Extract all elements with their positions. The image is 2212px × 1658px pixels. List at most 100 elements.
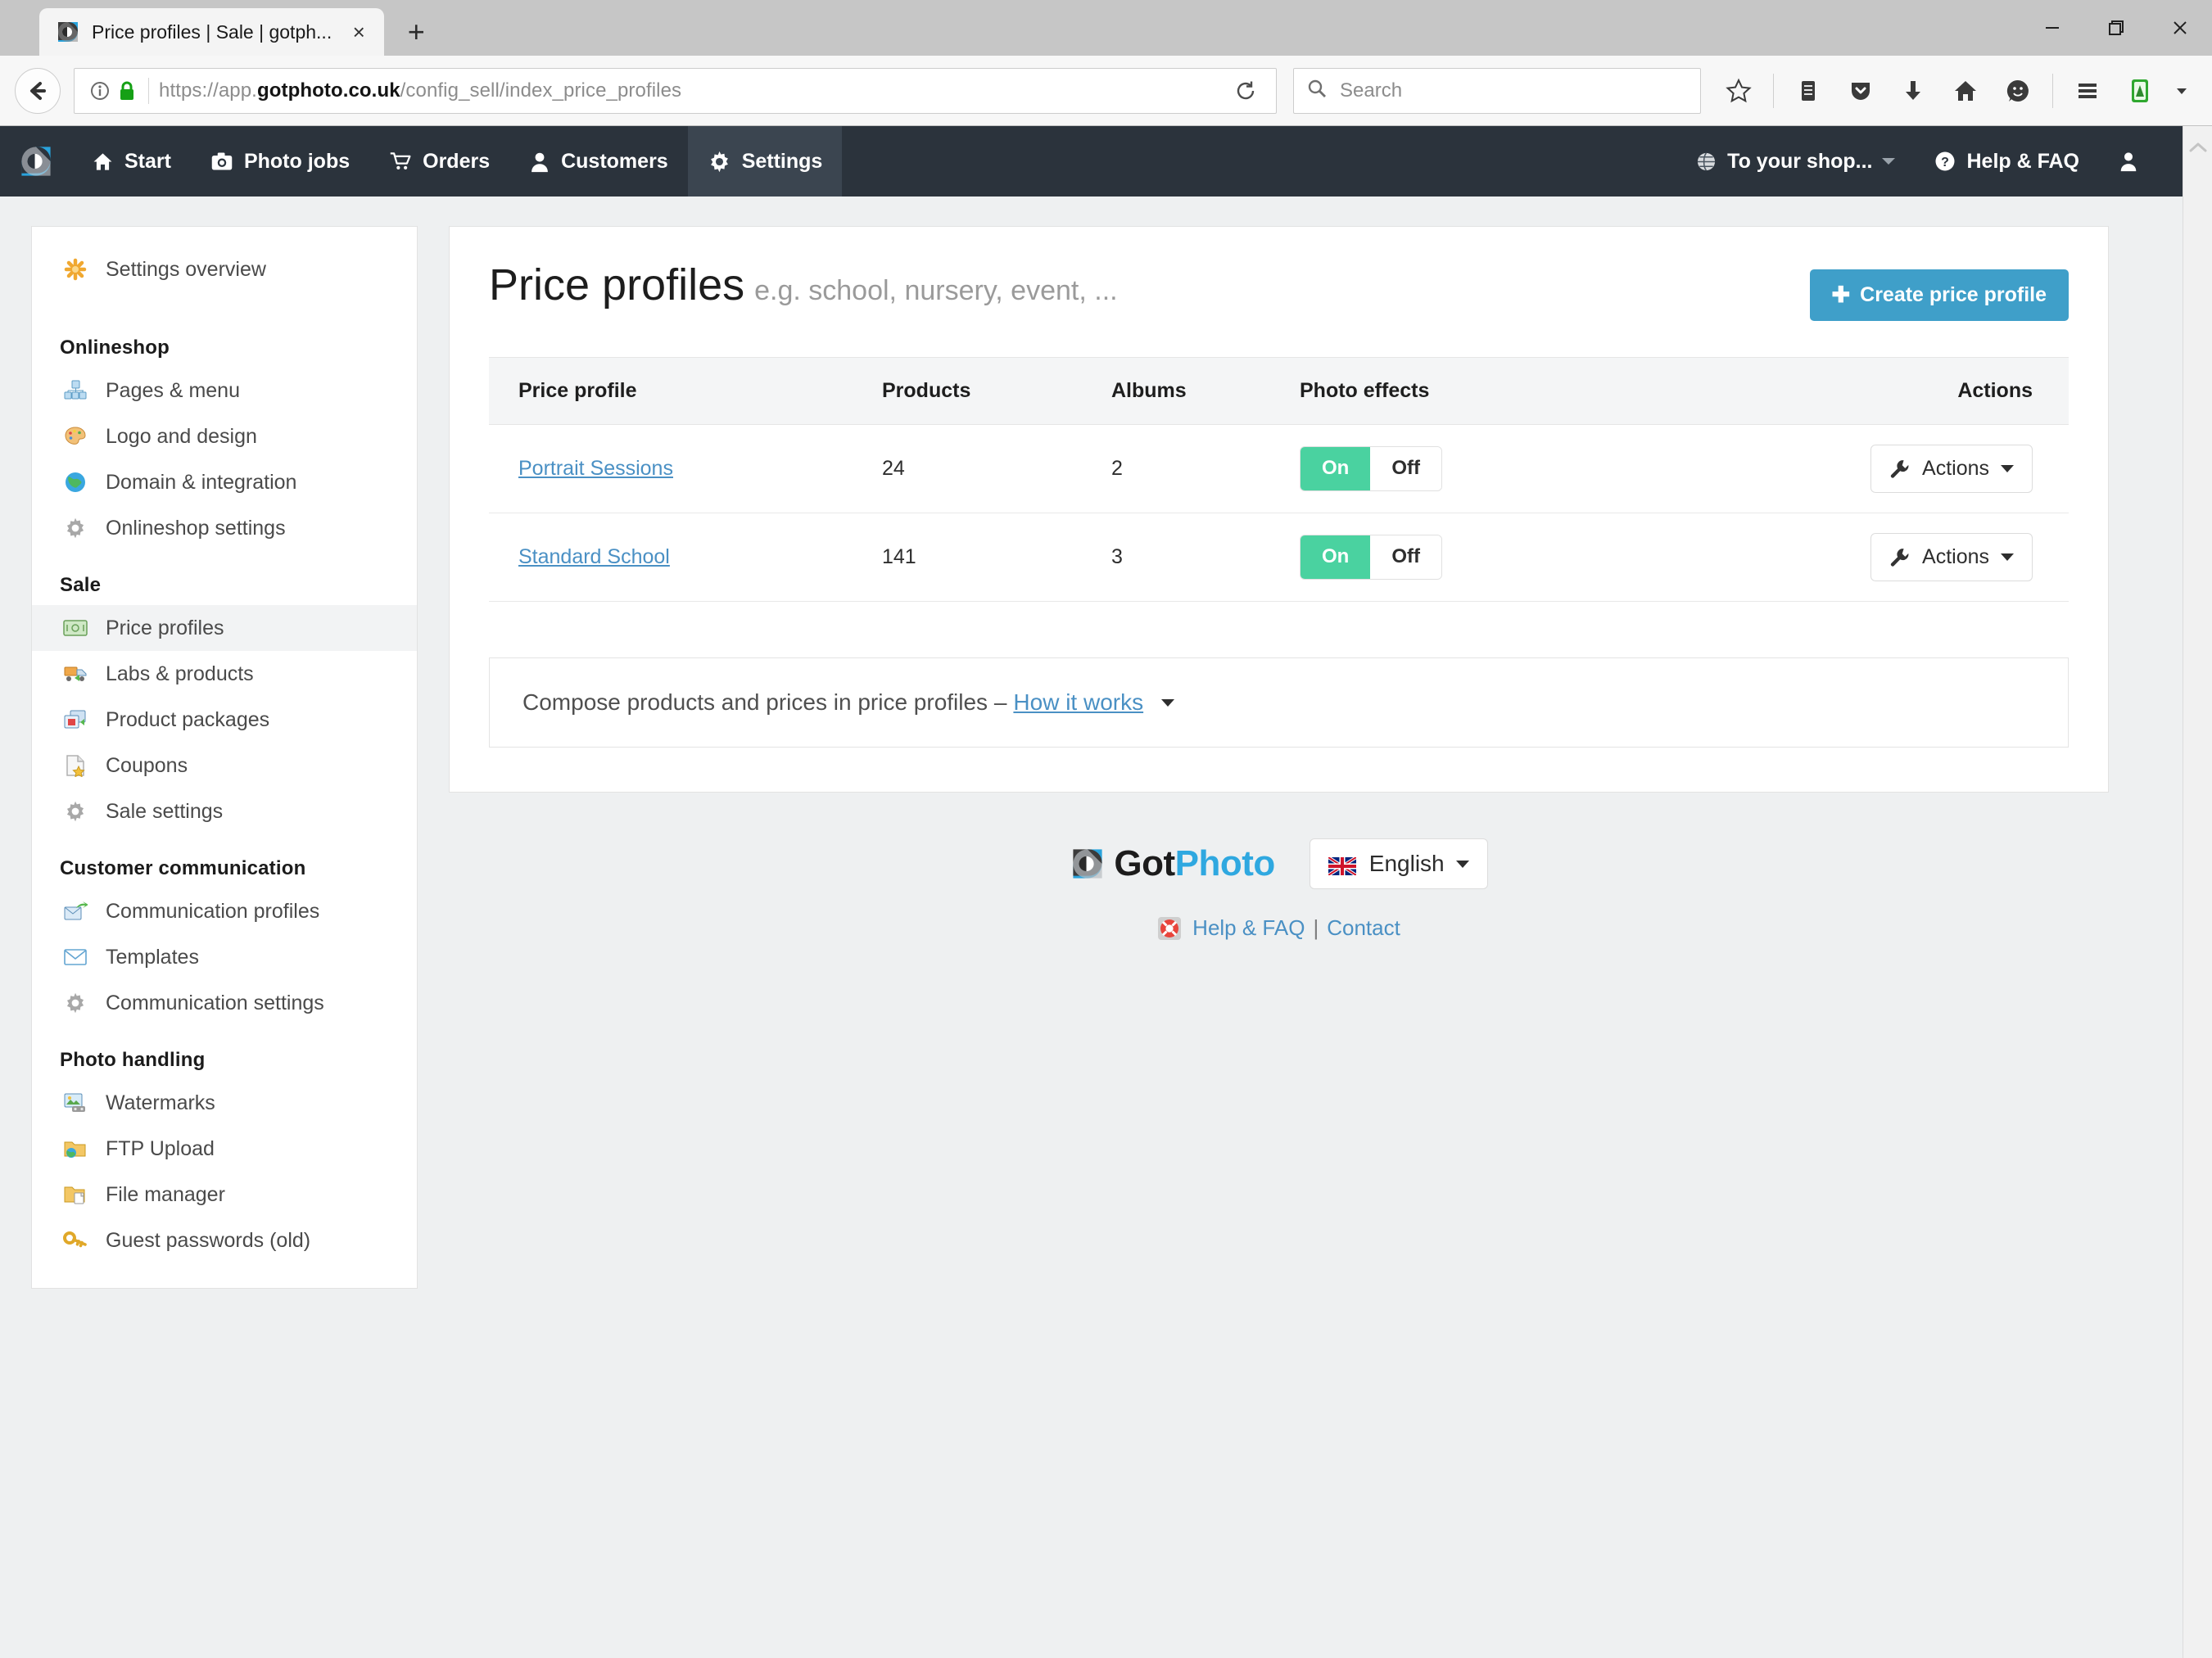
reload-icon[interactable] xyxy=(1224,69,1268,113)
sidebar-item-watermarks[interactable]: Watermarks xyxy=(32,1080,417,1126)
sidebar-item-guest-passwords[interactable]: Guest passwords (old) xyxy=(32,1218,417,1263)
toggle-off-option[interactable]: Off xyxy=(1370,535,1441,579)
gotphoto-favicon xyxy=(56,20,80,44)
sidebar-item-labs-products[interactable]: Labs & products xyxy=(32,651,417,697)
toggle-off-option[interactable]: Off xyxy=(1370,447,1441,490)
new-tab-button[interactable]: + xyxy=(392,8,440,56)
extension-caret-icon[interactable] xyxy=(2169,68,2194,114)
actions-button[interactable]: Actions xyxy=(1870,445,2033,493)
sidebar-item-sale-settings[interactable]: Sale settings xyxy=(32,788,417,834)
browser-window: Price profiles | Sale | gotph... × + htt… xyxy=(0,0,2212,1658)
cell-photo-effects: On Off xyxy=(1300,513,1726,602)
asterisk-icon xyxy=(60,255,91,283)
cell-actions: Actions xyxy=(1726,424,2069,513)
back-button-icon[interactable] xyxy=(15,67,61,114)
chevron-down-icon xyxy=(2001,465,2014,472)
sidebar-item-product-packages[interactable]: Product packages xyxy=(32,697,417,743)
nav-item-label: Start xyxy=(124,149,171,173)
toolbar-divider-2 xyxy=(2052,73,2053,108)
nav-account-button[interactable] xyxy=(2099,126,2158,197)
hamburger-menu-icon[interactable] xyxy=(2065,68,2110,114)
bookmark-star-icon[interactable] xyxy=(1716,68,1762,114)
sync-face-icon[interactable] xyxy=(1995,68,2041,114)
chevron-down-icon[interactable] xyxy=(1161,698,1175,707)
sidebar-item-templates[interactable]: Templates xyxy=(32,934,417,980)
column-header-price-profile: Price profile xyxy=(489,357,882,425)
logo-text-photo: Photo xyxy=(1174,843,1276,883)
sidebar-item-onlineshop-settings[interactable]: Onlineshop settings xyxy=(32,505,417,551)
create-price-profile-button[interactable]: ✚ Create price profile xyxy=(1809,269,2069,321)
search-input[interactable]: Search xyxy=(1340,79,1402,102)
web-page: Start Photo jobs Orders Customers Settin… xyxy=(0,126,2183,1658)
language-selector[interactable]: English xyxy=(1309,838,1488,889)
photo-effects-toggle[interactable]: On Off xyxy=(1300,535,1442,580)
toggle-on-option[interactable]: On xyxy=(1301,535,1371,579)
sidebar-item-label: Settings overview xyxy=(106,257,266,281)
search-icon xyxy=(1305,77,1328,104)
folder-file-icon xyxy=(60,1181,91,1208)
sidebar-item-ftp-upload[interactable]: FTP Upload xyxy=(32,1126,417,1172)
actions-button[interactable]: Actions xyxy=(1870,533,2033,581)
toggle-on-option[interactable]: On xyxy=(1301,447,1371,490)
page-info-icon[interactable] xyxy=(86,79,114,102)
wrench-icon xyxy=(1889,547,1911,568)
footer-contact-link[interactable]: Contact xyxy=(1327,915,1400,941)
sidebar-item-label: Domain & integration xyxy=(106,470,297,494)
browser-search-bar[interactable]: Search xyxy=(1293,67,1701,114)
scroll-up-icon[interactable] xyxy=(2189,138,2207,159)
nav-item-start[interactable]: Start xyxy=(72,126,191,197)
price-profile-link[interactable]: Portrait Sessions xyxy=(518,457,673,480)
sidebar-item-label: Templates xyxy=(106,945,199,969)
pages-icon xyxy=(60,377,91,404)
mail-reply-icon xyxy=(60,897,91,925)
home-icon[interactable] xyxy=(1943,68,1988,114)
users-icon xyxy=(529,151,550,173)
gotphoto-logo[interactable] xyxy=(0,126,72,197)
sidebar-item-communication-profiles[interactable]: Communication profiles xyxy=(32,888,417,934)
page-scrollbar[interactable] xyxy=(2183,126,2212,1658)
downloads-icon[interactable] xyxy=(1890,68,1936,114)
footer-help-faq-link[interactable]: Help & FAQ xyxy=(1192,915,1305,941)
extension-icon[interactable] xyxy=(2117,68,2163,114)
nav-item-photo-jobs[interactable]: Photo jobs xyxy=(191,126,369,197)
sidebar-item-pages-menu[interactable]: Pages & menu xyxy=(32,368,417,413)
sidebar-item-logo-design[interactable]: Logo and design xyxy=(32,413,417,459)
sidebar-item-domain-integration[interactable]: Domain & integration xyxy=(32,459,417,505)
browser-toolbar-icons xyxy=(1712,68,2197,114)
sidebar-item-settings-overview[interactable]: Settings overview xyxy=(32,246,417,292)
packages-icon xyxy=(60,706,91,734)
sidebar-item-file-manager[interactable]: File manager xyxy=(32,1172,417,1218)
nav-to-your-shop[interactable]: To your shop... xyxy=(1676,126,1915,197)
cell-products: 141 xyxy=(882,513,1111,602)
user-icon xyxy=(2119,151,2138,172)
nav-item-orders[interactable]: Orders xyxy=(369,126,509,197)
nav-help-faq[interactable]: ? Help & FAQ xyxy=(1915,126,2099,197)
photo-effects-toggle[interactable]: On Off xyxy=(1300,446,1442,491)
sidebar-item-coupons[interactable]: Coupons xyxy=(32,743,417,788)
nav-item-settings[interactable]: Settings xyxy=(687,126,843,197)
url-bar[interactable]: https://app.gotphoto.co.uk/config_sell/i… xyxy=(74,67,1277,114)
minimize-icon[interactable] xyxy=(2020,0,2084,56)
content-area: Settings overview Onlineshop Pages & men… xyxy=(0,197,2183,1658)
sidebar-item-communication-settings[interactable]: Communication settings xyxy=(32,980,417,1026)
page-subtitle: e.g. school, nursery, event, ... xyxy=(754,275,1118,306)
maximize-icon[interactable] xyxy=(2084,0,2148,56)
plus-icon: ✚ xyxy=(1831,282,1851,307)
column-header-photo-effects: Photo effects xyxy=(1300,357,1726,425)
money-icon xyxy=(60,614,91,642)
table-head: Price profile Products Albums Photo effe… xyxy=(489,357,2069,425)
close-window-icon[interactable] xyxy=(2148,0,2212,56)
sidebar-item-label: Sale settings xyxy=(106,799,224,823)
close-icon[interactable]: × xyxy=(345,18,373,46)
price-profile-link[interactable]: Standard School xyxy=(518,545,670,568)
coupon-icon xyxy=(60,752,91,779)
pocket-icon[interactable] xyxy=(1838,68,1884,114)
settings-sidebar: Settings overview Onlineshop Pages & men… xyxy=(31,226,418,1289)
sidebar-item-price-profiles[interactable]: Price profiles xyxy=(32,605,417,651)
reader-list-icon[interactable] xyxy=(1785,68,1831,114)
sidebar-heading-sale: Sale xyxy=(60,574,102,596)
how-it-works-link[interactable]: How it works xyxy=(1013,689,1143,716)
table-row: Portrait Sessions 24 2 On Off Actions xyxy=(489,424,2069,513)
browser-tab[interactable]: Price profiles | Sale | gotph... × xyxy=(39,8,385,56)
nav-item-customers[interactable]: Customers xyxy=(509,126,688,197)
